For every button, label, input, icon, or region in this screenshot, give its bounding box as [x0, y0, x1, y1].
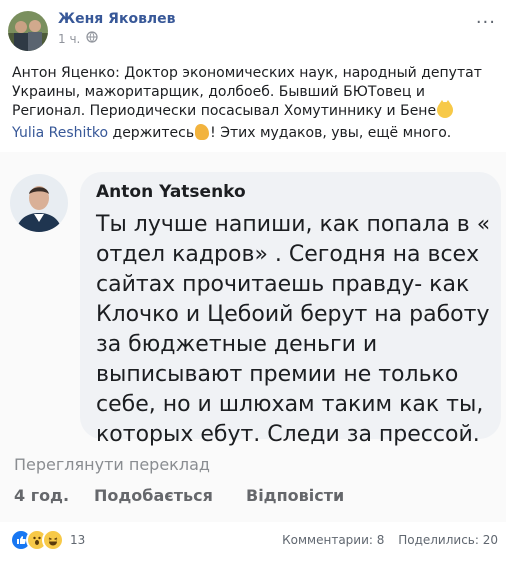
flexed-biceps-emoji: [195, 124, 210, 140]
commenter-avatar: [10, 174, 68, 232]
more-options-icon[interactable]: ···: [476, 12, 496, 33]
author-name[interactable]: Женя Яковлев: [58, 11, 176, 27]
post-text: Антон Яценко: Доктор экономических наук,…: [12, 65, 482, 119]
mention-line: Yulia Reshitko держитесь ! Этих мудаков, …: [12, 124, 496, 143]
post-meta: 1 ч.: [58, 31, 98, 46]
mention-text-part2: ! Этих мудаков, увы, ещё много.: [210, 125, 452, 141]
comment-like-action: Подобається: [94, 486, 213, 505]
comment-reply-action: Відповісти: [246, 486, 345, 505]
post-time[interactable]: 1 ч.: [58, 32, 80, 46]
reactions-summary[interactable]: 13: [10, 529, 86, 551]
commenter-name: Anton Yatsenko: [96, 182, 246, 202]
post-stats: Комментарии: 8 Поделились: 20: [282, 533, 498, 547]
author-avatar[interactable]: [8, 11, 48, 51]
mention-text-part1: держитесь: [108, 125, 195, 141]
comment-text: Ты лучше напиши, как попала в « отдел ка…: [96, 212, 491, 447]
comments-count-link[interactable]: Комментарии: 8: [282, 533, 384, 547]
reaction-count: 13: [70, 533, 86, 547]
smiling-cat-emoji: [437, 100, 454, 118]
shares-count-link[interactable]: Поделились: 20: [398, 533, 498, 547]
comment-bubble: Anton Yatsenko Ты лучше напиши, как попа…: [80, 172, 501, 447]
comment-age: 4 год.: [14, 486, 70, 505]
post-footer: 13 Комментарии: 8 Поделились: 20: [0, 522, 506, 562]
see-translation-link: Переглянути переклад: [14, 455, 210, 474]
embedded-comment-screenshot: Anton Yatsenko Ты лучше напиши, как попа…: [0, 152, 506, 522]
post-body: Антон Яценко: Доктор экономических наук,…: [12, 64, 496, 121]
post-header: Женя Яковлев 1 ч. ···: [0, 0, 506, 60]
mention-link[interactable]: Yulia Reshitko: [12, 125, 108, 141]
haha-reaction-icon: [42, 529, 64, 551]
globe-icon: [86, 31, 98, 46]
